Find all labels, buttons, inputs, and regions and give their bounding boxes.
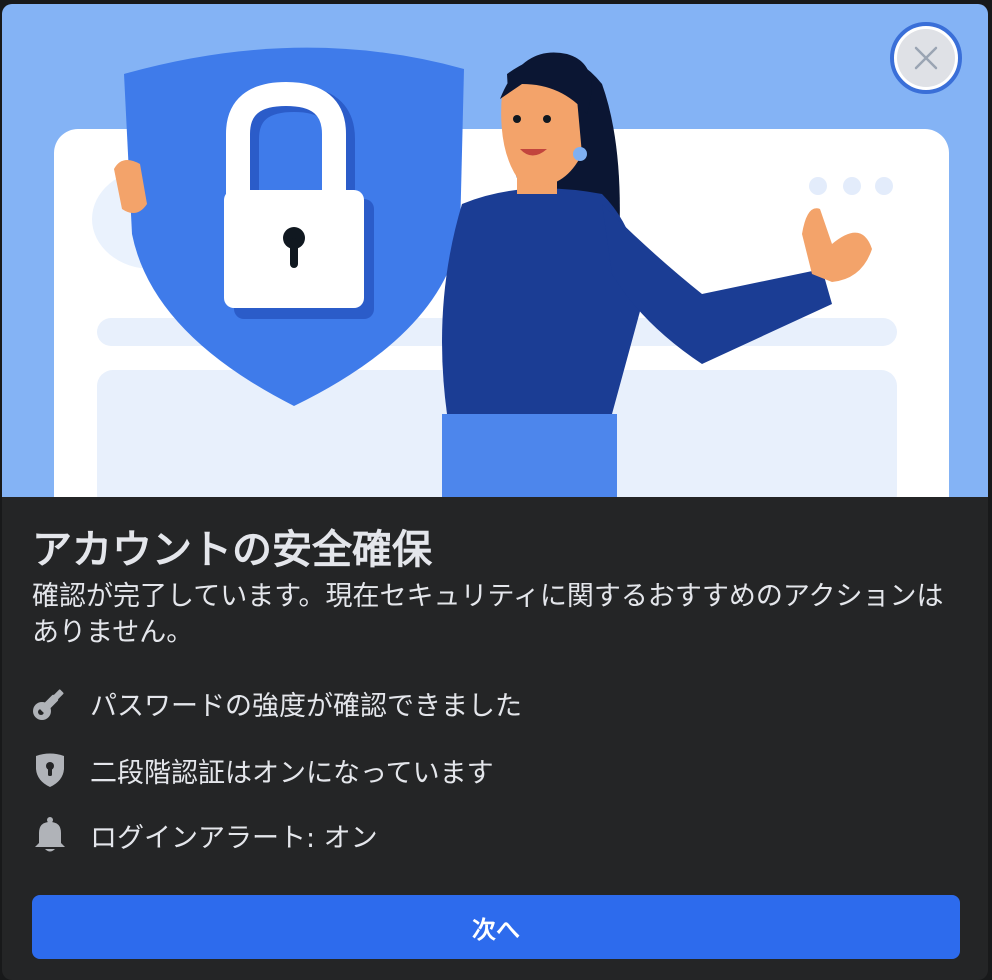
dialog-description: 確認が完了しています。現在セキュリティに関するおすすめのアクションはありません。 [32, 581, 944, 648]
status-label-login-alerts: ログインアラート: オン [90, 822, 378, 854]
status-label-password: パスワードの強度が確認できました [90, 690, 522, 722]
status-item-two-factor: 二段階認証はオンになっています [30, 750, 930, 790]
key-icon [30, 683, 70, 723]
next-button[interactable]: 次へ [32, 895, 960, 959]
status-label-two-factor: 二段階認証はオンになっています [90, 757, 494, 789]
dialog-title: アカウントの安全確保 [32, 527, 432, 573]
close-icon [914, 46, 938, 70]
shield-lock-icon [30, 750, 70, 790]
security-illustration [54, 47, 949, 497]
status-item-login-alerts: ログインアラート: オン [30, 815, 930, 855]
status-item-password: パスワードの強度が確認できました [30, 683, 930, 723]
close-button[interactable] [890, 22, 962, 94]
security-checkup-dialog: アカウントの安全確保 確認が完了しています。現在セキュリティに関するおすすめのア… [2, 4, 988, 980]
bell-icon [30, 815, 70, 855]
dialog-content: アカウントの安全確保 確認が完了しています。現在セキュリティに関するおすすめのア… [2, 497, 988, 980]
close-icon-bg [897, 29, 955, 87]
hero-illustration [2, 4, 988, 497]
